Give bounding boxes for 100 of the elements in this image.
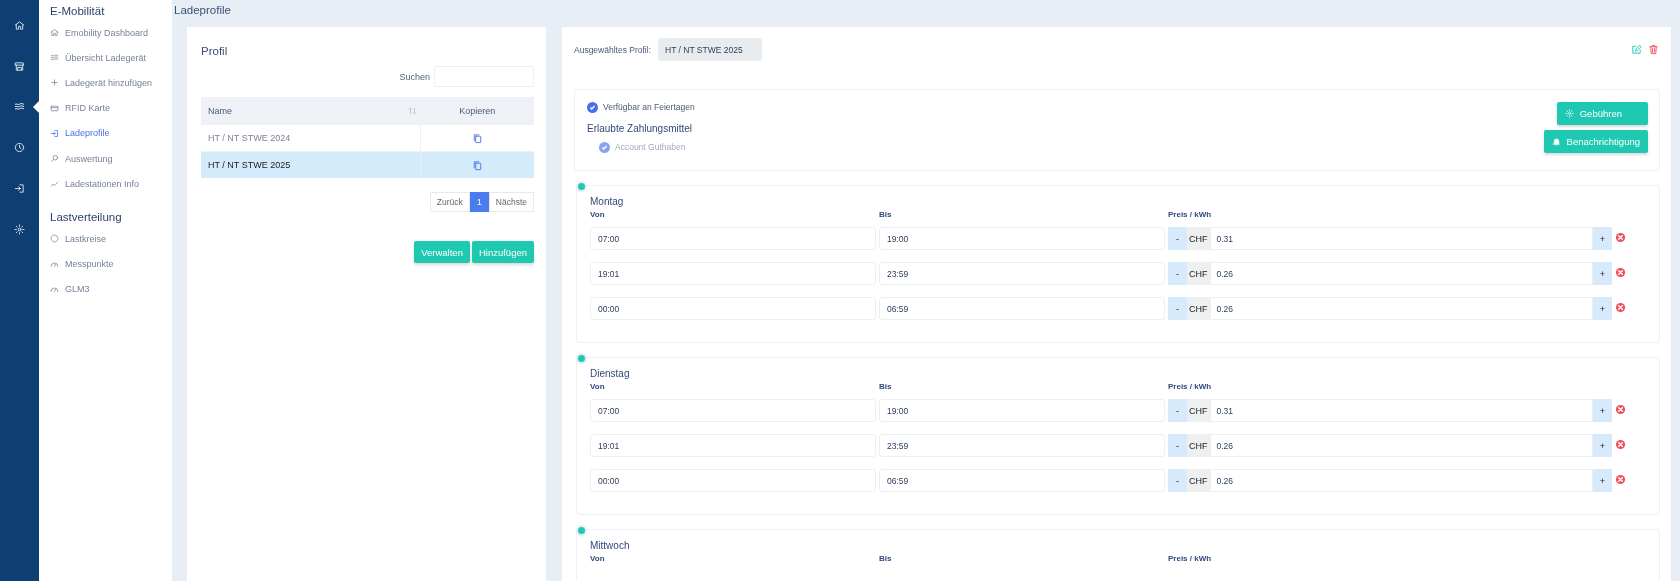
- settings-icon: [14, 223, 25, 235]
- checkbox-label: Verfügbar an Feiertagen: [603, 102, 695, 112]
- increment-button[interactable]: +: [1593, 227, 1612, 250]
- column-label: Bis: [879, 554, 893, 563]
- section-title: Erlaubte Zahlungsmittel: [587, 123, 694, 136]
- price-field[interactable]: 0.31: [1209, 399, 1593, 422]
- column-label: Von: [590, 210, 606, 219]
- currency-label: CHF: [1187, 434, 1210, 457]
- section-title: Lastverteilung: [50, 210, 123, 225]
- remove-icon[interactable]: [1615, 404, 1626, 415]
- column-label: Von: [590, 554, 606, 563]
- to-time-field[interactable]: 06:59: [879, 297, 1165, 320]
- trash-icon[interactable]: [1648, 44, 1659, 55]
- day-title: Montag: [590, 195, 625, 209]
- from-time-field[interactable]: 00:00: [590, 297, 876, 320]
- decrement-button[interactable]: -: [1168, 262, 1187, 285]
- edit-icon[interactable]: [1631, 44, 1642, 55]
- card-icon: [50, 103, 59, 113]
- store-icon: [14, 60, 25, 72]
- column-label: Preis / kWh: [1168, 382, 1213, 391]
- column-label: Bis: [879, 210, 893, 219]
- from-time-field[interactable]: 00:00: [590, 469, 876, 492]
- remove-icon[interactable]: [1615, 474, 1626, 485]
- section-title: E-Mobilität: [50, 4, 106, 18]
- nav-item[interactable]: Ladestationen Info: [50, 171, 140, 197]
- increment-button[interactable]: +: [1593, 399, 1612, 422]
- column-header: Kopieren: [420, 97, 534, 125]
- circle-icon: [50, 234, 59, 244]
- decrement-button[interactable]: -: [1168, 227, 1187, 250]
- settings-icon: [1564, 109, 1574, 118]
- checkbox-label: Account Guthaben: [615, 142, 686, 152]
- copy-icon[interactable]: [471, 132, 483, 144]
- panel-title: Profil: [201, 44, 229, 59]
- remove-icon[interactable]: [1615, 302, 1626, 313]
- price-field[interactable]: 0.31: [1209, 227, 1593, 250]
- column-label: Bis: [879, 382, 893, 391]
- chart-line-icon: [50, 179, 59, 189]
- to-time-field[interactable]: 06:59: [879, 469, 1165, 492]
- home-icon: [50, 28, 59, 38]
- search-label: Suchen: [399, 71, 430, 82]
- bell-icon: [1551, 137, 1561, 146]
- remove-icon[interactable]: [1615, 267, 1626, 278]
- plus-icon: [50, 78, 59, 88]
- previous-button[interactable]: Zurück: [429, 192, 470, 212]
- to-time-field[interactable]: 23:59: [879, 434, 1165, 457]
- increment-button[interactable]: +: [1593, 434, 1612, 457]
- profile-name-cell: HT / NT STWE 2025: [201, 151, 421, 178]
- column-label: Von: [590, 382, 606, 391]
- increment-button[interactable]: +: [1593, 297, 1612, 320]
- decrement-button[interactable]: -: [1168, 434, 1187, 457]
- column-header[interactable]: Name: [201, 97, 421, 125]
- day-title: Dienstag: [590, 367, 631, 381]
- remove-icon[interactable]: [1615, 439, 1626, 450]
- price-field[interactable]: 0.26: [1209, 297, 1593, 320]
- search-icon: [50, 154, 59, 164]
- to-time-field[interactable]: 23:59: [879, 262, 1165, 285]
- day-title: Mittwoch: [590, 539, 631, 553]
- checkbox-icon[interactable]: [587, 101, 598, 113]
- gauge-icon: [50, 259, 59, 269]
- column-label: Preis / kWh: [1168, 210, 1213, 219]
- nav-item[interactable]: Übersicht Ladegerät: [50, 45, 147, 71]
- from-time-field[interactable]: 07:00: [590, 399, 876, 422]
- from-time-field[interactable]: 19:01: [590, 262, 876, 285]
- nav-item[interactable]: Ladeprofile: [50, 120, 110, 146]
- nav-item[interactable]: RFID Karte: [50, 95, 110, 121]
- gauge-icon: [50, 284, 59, 294]
- nav-item[interactable]: Ladegerät hinzufügen: [50, 70, 153, 96]
- field-label: Ausgewähltes Profil:: [574, 44, 651, 55]
- currency-label: CHF: [1187, 469, 1210, 492]
- from-time-field[interactable]: 07:00: [590, 227, 876, 250]
- nav-item[interactable]: Messpunkte: [50, 251, 114, 277]
- from-time-field[interactable]: 19:01: [590, 434, 876, 457]
- clock-icon: [14, 142, 25, 154]
- decrement-button[interactable]: -: [1168, 297, 1187, 320]
- home-icon: [14, 19, 25, 31]
- currency-label: CHF: [1187, 399, 1210, 422]
- price-field[interactable]: 0.26: [1209, 262, 1593, 285]
- currency-label: CHF: [1187, 262, 1210, 285]
- remove-icon[interactable]: [1615, 232, 1626, 243]
- waves-icon: [14, 101, 25, 113]
- price-field[interactable]: 0.26: [1209, 434, 1593, 457]
- decrement-button[interactable]: -: [1168, 399, 1187, 422]
- currency-label: CHF: [1187, 297, 1210, 320]
- table-row[interactable]: HT / NT STWE 2025: [201, 151, 534, 178]
- increment-button[interactable]: +: [1593, 469, 1612, 492]
- copy-icon[interactable]: [471, 159, 483, 171]
- login-icon: [50, 128, 59, 138]
- next-button[interactable]: Nächste: [488, 192, 534, 212]
- nav-item[interactable]: Emobility Dashboard: [50, 20, 149, 46]
- to-time-field[interactable]: 19:00: [879, 399, 1165, 422]
- decrement-button[interactable]: -: [1168, 469, 1187, 492]
- waves-icon: [50, 53, 59, 63]
- nav-item[interactable]: GLM3: [50, 276, 90, 302]
- nav-item[interactable]: Auswertung: [50, 145, 113, 172]
- to-time-field[interactable]: 19:00: [879, 227, 1165, 250]
- price-field[interactable]: 0.26: [1209, 469, 1593, 492]
- selected-profile-field: HT / NT STWE 2025: [658, 38, 762, 61]
- increment-button[interactable]: +: [1593, 262, 1612, 285]
- login-icon: [14, 183, 25, 195]
- nav-item[interactable]: Lastkreise: [50, 226, 107, 252]
